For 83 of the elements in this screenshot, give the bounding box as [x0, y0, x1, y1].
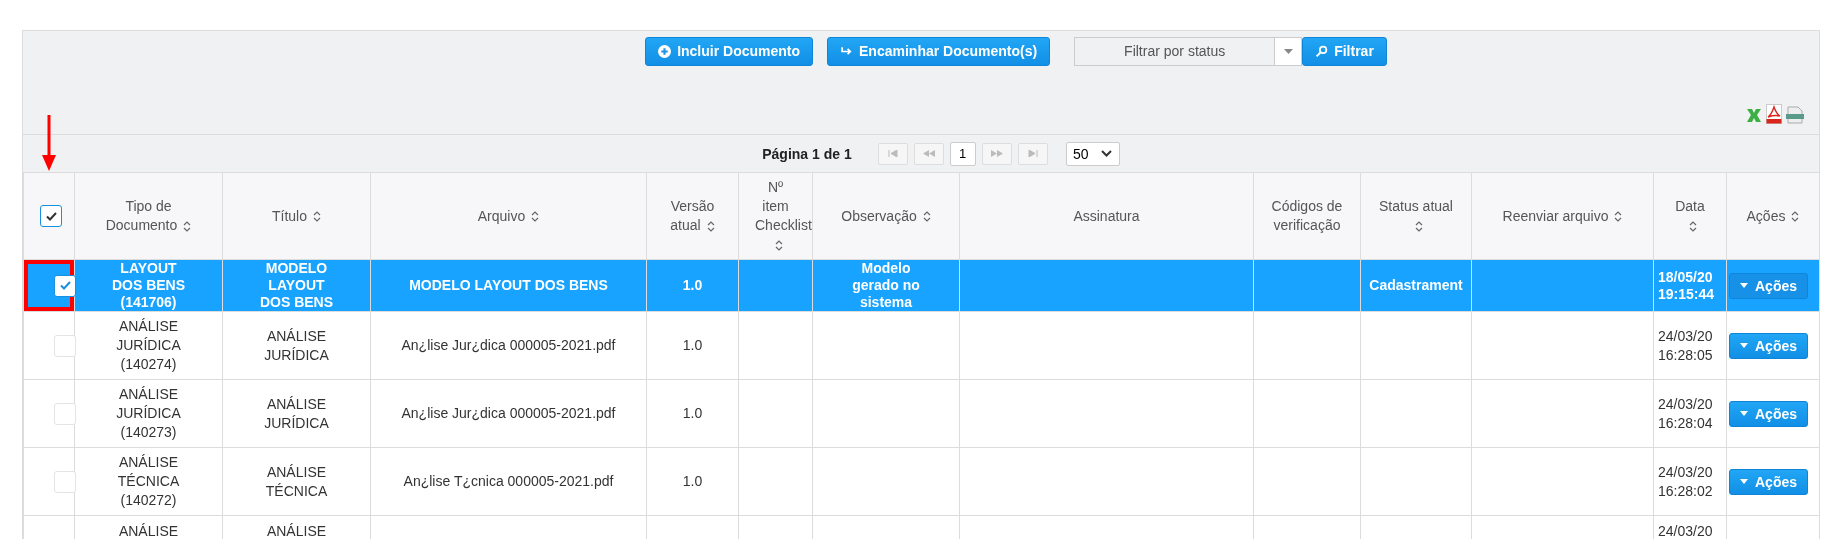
column-header[interactable]: Observação: [812, 172, 960, 260]
table-cell: 24/03/20: [1658, 463, 1713, 480]
fast-forward-icon: [990, 150, 1003, 157]
status-filter-field[interactable]: Filtrar por status: [1074, 36, 1275, 66]
table-cell: ANÁLISE: [118, 523, 179, 539]
sort-icon: [706, 220, 715, 232]
csv-export-icon[interactable]: [1785, 106, 1805, 124]
table-cell: ANÁLISE JURÍDICA (140274): [116, 318, 181, 372]
file-link[interactable]: An¿lise Jur¿dica 000005-2021.pdf: [401, 405, 616, 421]
file-link[interactable]: An¿lise Jur¿dica 000005-2021.pdf: [401, 337, 616, 353]
sort-icon: [1415, 220, 1423, 232]
column-header[interactable]: Data: [1653, 172, 1727, 260]
table-cell: Modelo gerado no sistema: [852, 260, 920, 310]
table-row[interactable]: ANÁLISE JURÍDICA (140273) ANÁLISE JURÍDICA An¿lise Jur¿dica 000005-2021.pdf 1.0 24/03/20 16:28:04 Ações: [23, 379, 1820, 448]
table-cell: 1.0: [682, 473, 703, 489]
table-cell: 16:28:05: [1658, 346, 1713, 363]
sort-icon: [1614, 211, 1623, 223]
pdf-export-icon[interactable]: [1766, 104, 1782, 124]
column-header[interactable]: Nº item Checklist: [738, 172, 813, 260]
caret-icon: [1740, 479, 1748, 484]
chevron-down-icon: [1101, 150, 1113, 157]
table-cell: 16:28:04: [1658, 414, 1713, 431]
first-page-icon: [887, 150, 898, 157]
checkmark-icon: [45, 211, 57, 221]
table-cell: ANÁLISE TÉCNICA (140272): [117, 454, 180, 508]
file-link[interactable]: An¿lise T¿cnica 000005-2021.pdf: [403, 473, 614, 489]
column-header[interactable]: Reenviar arquivo: [1471, 172, 1654, 260]
table-cell: 24/03/20: [1658, 523, 1713, 539]
select-all-checkbox[interactable]: [40, 205, 62, 227]
plus-circle-icon: [658, 44, 672, 58]
table-cell: LAYOUT DOS BENS (141706): [111, 260, 186, 310]
page-size-dropdown[interactable]: 50: [1065, 141, 1120, 166]
spreadsheet-export-icon[interactable]: [1745, 106, 1763, 124]
table-cell: 1.0: [682, 405, 703, 421]
column-header[interactable]: Status atual: [1360, 172, 1472, 260]
row-checkbox[interactable]: [54, 274, 76, 297]
sort-icon: [183, 220, 192, 232]
table-cell: 16:28:02: [1658, 482, 1713, 499]
column-header[interactable]: Ações: [1726, 172, 1820, 260]
last-page-icon: [1027, 150, 1038, 157]
column-header[interactable]: Assinatura: [959, 172, 1254, 260]
last-page-button[interactable]: [1017, 142, 1048, 165]
sort-icon: [1791, 211, 1800, 223]
current-page-field[interactable]: 1: [949, 141, 976, 166]
search-icon: [1315, 44, 1329, 58]
table-row[interactable]: ANÁLISE TÉCNICA (140272) ANÁLISE TÉCNICA An¿lise T¿cnica 000005-2021.pdf 1.0 24/03/20 16:28:02 Ações: [23, 447, 1820, 516]
table-row[interactable]: ANÁLISE ANÁLISE 24/03/20: [23, 515, 1820, 539]
sort-icon: [313, 211, 321, 223]
column-header[interactable]: Versão atual: [646, 172, 739, 260]
sort-icon: [1689, 220, 1697, 232]
caret-icon: [1740, 343, 1748, 348]
table-cell: ANÁLISE TÉCNICA: [265, 463, 328, 499]
column-header[interactable]: Tipo de Documento: [74, 172, 223, 260]
caret-icon: [1740, 411, 1748, 416]
sort-icon: [922, 211, 931, 223]
table-cell: 19:15:44: [1658, 285, 1715, 302]
table-cell: 1.0: [682, 337, 703, 353]
table-cell: ANÁLISE JURÍDICA (140273): [116, 386, 181, 440]
table-cell: Cadastrament: [1369, 277, 1463, 293]
sort-icon: [531, 211, 540, 223]
page-info: Página 1 de 1: [762, 145, 852, 162]
column-header[interactable]: Códigos de verificação: [1253, 172, 1361, 260]
table-cell: ANÁLISE JURÍDICA: [264, 327, 329, 363]
annotation-arrow: [42, 115, 56, 171]
dropdown-toggle-button[interactable]: [1274, 36, 1303, 66]
rewind-icon: [922, 150, 935, 157]
table-cell: 1.0: [682, 277, 703, 293]
table-cell: ANÁLISE: [266, 523, 327, 539]
next-page-button[interactable]: [981, 142, 1012, 165]
column-header[interactable]: Título: [222, 172, 371, 260]
table-cell: ANÁLISE JURÍDICA: [264, 395, 329, 431]
checkmark-icon: [59, 281, 71, 290]
table-cell: 18/05/20: [1658, 268, 1713, 285]
caret-icon: [1283, 48, 1293, 54]
first-page-button[interactable]: [877, 142, 908, 165]
column-header[interactable]: Arquivo: [370, 172, 647, 260]
sort-icon: [774, 239, 783, 251]
table-cell: 24/03/20: [1658, 395, 1713, 412]
previous-page-button[interactable]: [913, 142, 944, 165]
table-cell: MODELO LAYOUT DOS BENS: [259, 260, 334, 310]
caret-icon: [1740, 283, 1748, 288]
table-cell: 24/03/20: [1658, 327, 1713, 344]
table-row[interactable]: ANÁLISE JURÍDICA (140274) ANÁLISE JURÍDICA An¿lise Jur¿dica 000005-2021.pdf 1.0 24/03/20 16:28:05 Ações: [23, 311, 1820, 380]
